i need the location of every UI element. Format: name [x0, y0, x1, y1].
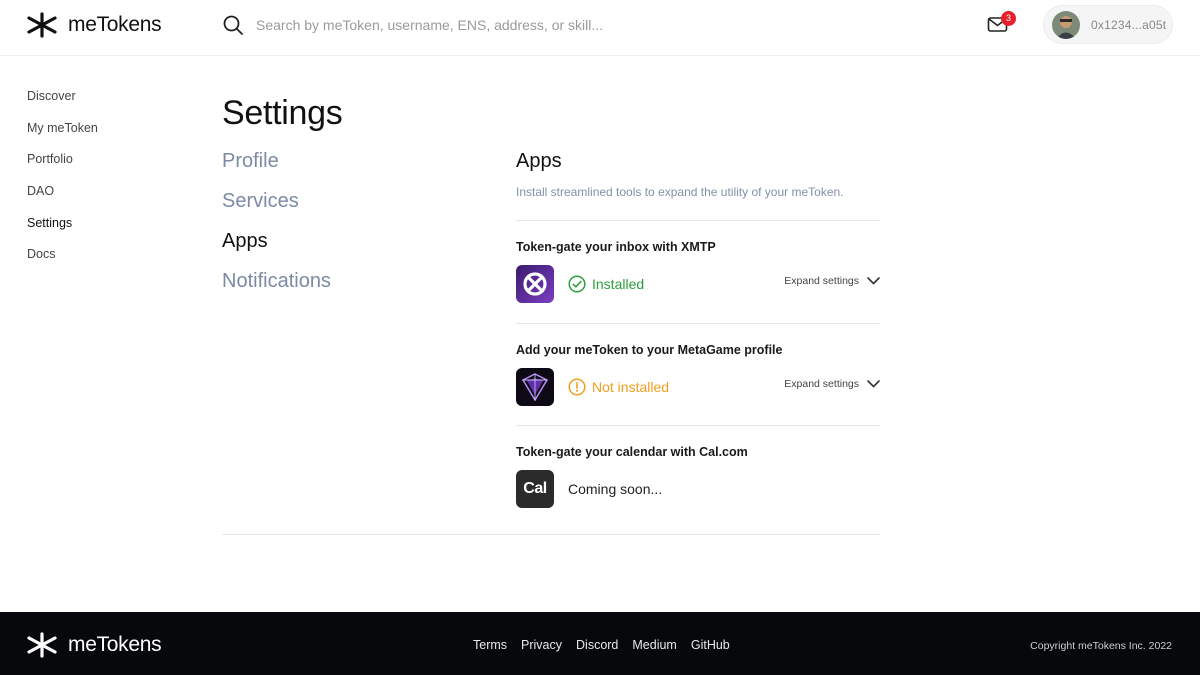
footer-link-github[interactable]: GitHub: [691, 638, 730, 652]
inbox-button[interactable]: 3: [987, 11, 1016, 36]
status-label: Coming soon...: [568, 481, 663, 497]
brand-name: meTokens: [68, 13, 162, 36]
cal-logo-text: Cal: [523, 480, 547, 497]
expand-settings-label: Expand settings: [784, 275, 859, 287]
account-button[interactable]: 0x1234...a05t: [1043, 5, 1173, 44]
footer-metokens-logo[interactable]: meTokens: [26, 631, 162, 659]
app-row: Not installed Expand settings: [516, 367, 880, 407]
notification-count-badge: 3: [1001, 11, 1016, 26]
app-row: Cal Coming soon...: [516, 469, 880, 509]
app-card-metagame: Add your meToken to your MetaGame profil…: [516, 343, 880, 407]
footer-link-privacy[interactable]: Privacy: [521, 638, 562, 652]
app-row: Installed Expand settings: [516, 264, 880, 304]
expand-settings-button[interactable]: Expand settings: [784, 378, 880, 390]
metokens-mark-icon: [27, 632, 57, 658]
chevron-down-icon: [867, 380, 880, 388]
footer-link-medium[interactable]: Medium: [632, 638, 676, 652]
page-title: Settings: [222, 94, 343, 132]
chevron-down-icon: [867, 277, 880, 285]
warning-circle-icon: [568, 378, 586, 396]
top-bar: meTokens 3 0x1234...a05t: [0, 0, 1200, 56]
metagame-logo-icon: [516, 368, 554, 406]
apps-section-title: Apps: [516, 150, 562, 172]
settings-tab-profile[interactable]: Profile: [222, 148, 331, 188]
expand-settings-button[interactable]: Expand settings: [784, 275, 880, 287]
divider: [516, 323, 880, 324]
metokens-logo[interactable]: meTokens: [26, 11, 162, 39]
sidebar-item-dao[interactable]: DAO: [27, 183, 98, 215]
status-installed: Installed: [568, 275, 644, 293]
divider: [222, 534, 880, 535]
status-label: Not installed: [592, 379, 670, 395]
footer-link-terms[interactable]: Terms: [473, 638, 507, 652]
search-icon[interactable]: [222, 14, 244, 36]
settings-tab-apps[interactable]: Apps: [222, 228, 331, 268]
avatar: [1052, 10, 1080, 39]
sidebar-item-settings[interactable]: Settings: [27, 215, 98, 247]
check-circle-icon: [568, 275, 586, 293]
expand-settings-label: Expand settings: [784, 378, 859, 390]
xmtp-logo-icon: [516, 265, 554, 303]
sidebar-item-portfolio[interactable]: Portfolio: [27, 151, 98, 183]
app-card-xmtp: Token-gate your inbox with XMTP Installe…: [516, 240, 880, 304]
settings-tab-notifications[interactable]: Notifications: [222, 268, 331, 308]
status-not-installed: Not installed: [568, 378, 669, 396]
sidebar-nav: Discover My meToken Portfolio DAO Settin…: [27, 88, 98, 278]
cal-logo-icon: Cal: [516, 470, 554, 508]
footer: meTokens Terms Privacy Discord Medium Gi…: [0, 612, 1200, 675]
apps-section-description: Install streamlined tools to expand the …: [516, 185, 844, 199]
sidebar-item-my-metoken[interactable]: My meToken: [27, 120, 98, 152]
copyright-text: Copyright meTokens Inc. 2022: [1030, 640, 1172, 652]
brand-name: meTokens: [68, 633, 162, 656]
wallet-address: 0x1234...a05t: [1091, 17, 1167, 32]
footer-links: Terms Privacy Discord Medium GitHub: [473, 638, 730, 652]
divider: [516, 220, 880, 221]
status-label: Installed: [592, 276, 645, 292]
sidebar-item-discover[interactable]: Discover: [27, 88, 98, 120]
app-card-cal: Token-gate your calendar with Cal.com Ca…: [516, 445, 880, 509]
footer-link-discord[interactable]: Discord: [576, 638, 618, 652]
metokens-mark-icon: [27, 12, 57, 38]
settings-tab-services[interactable]: Services: [222, 188, 331, 228]
settings-nav: Profile Services Apps Notifications: [222, 148, 331, 308]
app-title: Token-gate your inbox with XMTP: [516, 240, 716, 254]
app-title: Add your meToken to your MetaGame profil…: [516, 343, 783, 357]
divider: [516, 425, 880, 426]
search-input[interactable]: [256, 17, 756, 33]
sidebar-item-docs[interactable]: Docs: [27, 246, 98, 278]
search-bar: [222, 12, 782, 38]
app-title: Token-gate your calendar with Cal.com: [516, 445, 748, 459]
status-coming-soon: Coming soon...: [568, 481, 662, 497]
